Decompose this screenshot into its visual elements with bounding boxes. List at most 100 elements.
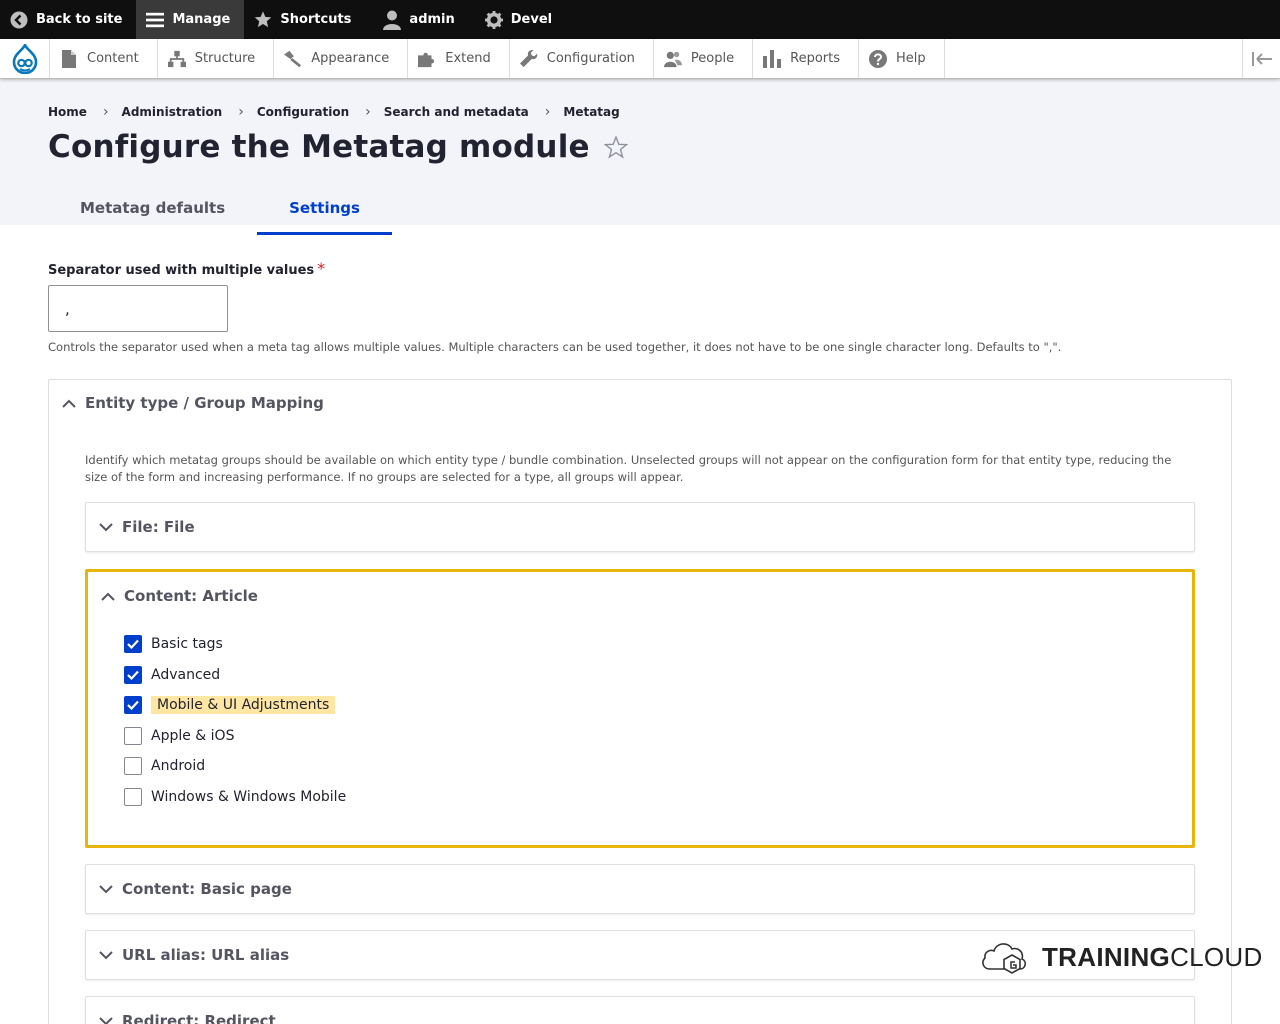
menu-item-reports[interactable]: Reports	[753, 39, 859, 78]
gear-icon	[484, 10, 503, 29]
watermark-strong-text: TRAINING	[1042, 941, 1171, 972]
puzzle-icon	[418, 50, 436, 68]
devel-tab[interactable]: Devel	[469, 0, 566, 39]
checkbox-label: Basic tags	[151, 636, 223, 653]
user-label: admin	[409, 12, 455, 27]
structure-icon	[167, 50, 186, 68]
menu-item-label: Reports	[790, 51, 840, 66]
breadcrumb-separator: ›	[238, 104, 244, 120]
menu-item-label: Appearance	[311, 51, 390, 66]
menu-item-content[interactable]: Content	[50, 39, 158, 78]
shortcuts-label: Shortcuts	[280, 12, 352, 27]
menu-item-label: People	[690, 51, 735, 66]
breadcrumb-home[interactable]: Home	[48, 105, 87, 119]
section-url-alias-title: URL alias: URL alias	[122, 946, 290, 964]
chevron-down-icon	[98, 947, 114, 963]
help-icon	[869, 49, 887, 68]
page-header: Home › Administration › Configuration › …	[0, 79, 1280, 235]
menu-item-people[interactable]: People	[654, 39, 754, 78]
breadcrumb-metatag[interactable]: Metatag	[563, 105, 619, 119]
checkbox-row-basic-tags[interactable]: Basic tags	[124, 629, 1192, 660]
section-basic-page: Content: Basic page	[85, 864, 1195, 914]
breadcrumb: Home › Administration › Configuration › …	[48, 104, 1232, 120]
menu-item-label: Configuration	[546, 51, 635, 66]
breadcrumb-search-metadata[interactable]: Search and metadata	[384, 105, 529, 119]
separator-description: Controls the separator used when a meta …	[48, 340, 1062, 354]
tab-settings[interactable]: Settings	[257, 191, 392, 235]
entity-group-mapping-title: Entity type / Group Mapping	[85, 394, 324, 412]
checkbox-label: Apple & iOS	[151, 727, 235, 744]
drupal-logo-icon[interactable]	[0, 39, 50, 78]
required-marker: *	[317, 259, 326, 278]
checkbox-row-windows[interactable]: Windows & Windows Mobile	[124, 782, 1192, 813]
checkbox-mobile-ui[interactable]	[124, 696, 142, 715]
section-file: File: File	[85, 502, 1195, 552]
breadcrumb-configuration[interactable]: Configuration	[257, 105, 349, 119]
chevron-up-icon	[61, 395, 77, 411]
back-to-site-label: Back to site	[36, 12, 123, 27]
menu-item-label: Help	[896, 51, 926, 66]
chevron-down-icon	[98, 881, 114, 897]
checkbox-row-mobile-ui[interactable]: Mobile & UI Adjustments	[124, 690, 1192, 721]
admin-toolbar: Back to site Manage Shortcuts admin Deve…	[0, 0, 1280, 39]
menu-item-extend[interactable]: Extend	[408, 39, 510, 78]
people-icon	[663, 50, 682, 68]
section-file-title: File: File	[122, 518, 195, 536]
collapse-tray-icon[interactable]	[1242, 39, 1280, 78]
star-icon	[254, 11, 272, 29]
section-basic-page-summary[interactable]: Content: Basic page	[86, 865, 1194, 913]
checkbox-advanced[interactable]	[124, 665, 142, 684]
section-basic-page-title: Content: Basic page	[122, 880, 292, 898]
manage-tab[interactable]: Manage	[136, 0, 245, 39]
menu-item-label: Extend	[445, 51, 491, 66]
section-content-article-summary[interactable]: Content: Article	[88, 572, 1192, 620]
breadcrumb-separator: ›	[544, 104, 551, 120]
admin-menu-tray: Content Structure Appearance Extend Conf…	[0, 39, 1280, 79]
section-redirect-summary[interactable]: Redirect: Redirect	[86, 997, 1194, 1024]
section-content-article: Content: Article Basic tags Advanced Mob…	[85, 569, 1195, 848]
bar-chart-icon	[763, 49, 782, 68]
chevron-up-icon	[100, 588, 116, 604]
shortcuts-tab[interactable]: Shortcuts	[244, 0, 365, 39]
tab-metatag-defaults[interactable]: Metatag defaults	[48, 191, 257, 235]
checkbox-android[interactable]	[124, 757, 142, 776]
chevron-down-icon	[98, 1013, 114, 1024]
menu-item-label: Content	[87, 51, 139, 66]
checkbox-label: Android	[151, 758, 206, 775]
back-to-site-link[interactable]: Back to site	[0, 0, 136, 39]
separator-label: Separator used with multiple values	[48, 263, 315, 278]
page-title: Configure the Metatag module	[48, 129, 590, 165]
menu-item-structure[interactable]: Structure	[158, 39, 275, 78]
checkbox-row-android[interactable]: Android	[124, 751, 1192, 782]
shortcut-star-icon[interactable]	[603, 135, 628, 159]
entity-group-mapping-details: Entity type / Group Mapping Identify whi…	[48, 379, 1232, 1024]
section-redirect: Redirect: Redirect	[85, 996, 1195, 1024]
checkbox-row-apple-ios[interactable]: Apple & iOS	[124, 721, 1192, 752]
checkbox-basic-tags[interactable]	[124, 635, 142, 654]
section-file-summary[interactable]: File: File	[86, 503, 1194, 551]
menu-item-configuration[interactable]: Configuration	[510, 39, 654, 78]
checkbox-apple-ios[interactable]	[124, 726, 142, 745]
watermark-light-text: CLOUD	[1170, 941, 1263, 972]
checkbox-windows[interactable]	[124, 787, 142, 806]
paintbrush-icon	[284, 50, 302, 68]
breadcrumb-administration[interactable]: Administration	[122, 105, 223, 119]
hamburger-icon	[146, 11, 165, 29]
checkbox-row-advanced[interactable]: Advanced	[124, 660, 1192, 691]
entity-group-mapping-summary[interactable]: Entity type / Group Mapping	[61, 394, 324, 412]
document-icon	[60, 49, 78, 68]
menu-item-help[interactable]: Help	[859, 39, 945, 78]
wrench-icon	[519, 49, 538, 68]
checkbox-label: Advanced	[151, 666, 221, 683]
user-icon	[383, 10, 402, 30]
settings-form: Separator used with multiple values * , C…	[0, 225, 1280, 1024]
cloud-logo-icon	[980, 935, 1028, 979]
menu-item-appearance[interactable]: Appearance	[274, 39, 409, 78]
article-group-checkboxes: Basic tags Advanced Mobile & UI Adjustme…	[88, 620, 1192, 812]
user-tab[interactable]: admin	[365, 0, 468, 39]
manage-label: Manage	[172, 12, 231, 27]
separator-input[interactable]: ,	[48, 285, 228, 332]
trainingcloud-watermark: TRAININGCLOUD	[980, 935, 1263, 979]
section-content-article-title: Content: Article	[124, 587, 258, 605]
entity-group-mapping-description: Identify which metatag groups should be …	[85, 453, 1172, 484]
